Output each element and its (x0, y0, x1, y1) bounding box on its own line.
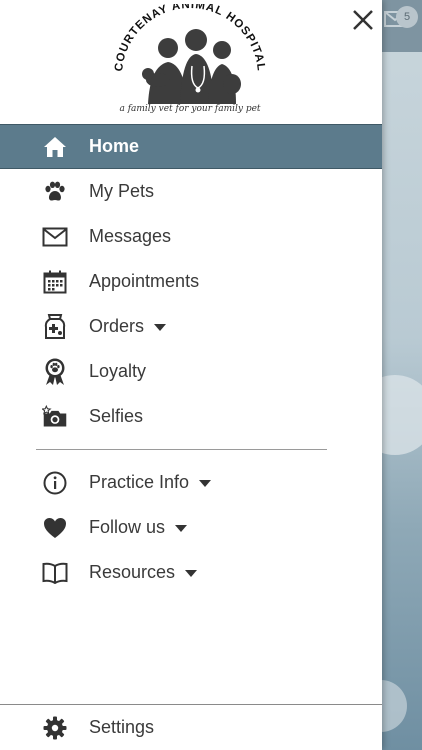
menu-item-my-pets[interactable]: My Pets (0, 169, 382, 214)
envelope-icon (42, 224, 68, 250)
menu-item-messages[interactable]: Messages (0, 214, 382, 259)
close-icon[interactable] (349, 6, 377, 34)
menu-divider (36, 449, 327, 450)
menu-item-label: Follow us (89, 517, 188, 538)
gear-icon (42, 715, 68, 741)
pet-food-bag-icon (42, 313, 68, 340)
loyalty-ribbon-icon (42, 358, 68, 385)
heart-icon (42, 515, 68, 541)
book-icon (42, 560, 68, 586)
calendar-icon (42, 269, 68, 295)
navigation-drawer: COURTENAY ANIMAL HOSPITAL a family vet f… (0, 0, 382, 750)
menu-item-label: Resources (89, 562, 198, 583)
home-icon (42, 134, 68, 160)
menu-item-label: Appointments (89, 271, 200, 291)
menu-item-label: Practice Info (89, 472, 212, 493)
menu-item-orders[interactable]: Orders (0, 304, 382, 349)
chevron-down-icon (175, 524, 188, 532)
menu-item-home[interactable]: Home (0, 124, 382, 169)
camera-icon (42, 404, 68, 430)
primary-menu: Home My Pets Messages Appointments Order… (0, 124, 382, 439)
menu-item-follow-us[interactable]: Follow us (0, 505, 382, 550)
menu-item-settings[interactable]: Settings (0, 705, 382, 750)
menu-item-label: My Pets (89, 181, 155, 201)
menu-item-loyalty[interactable]: Loyalty (0, 349, 382, 394)
menu-item-selfies[interactable]: Selfies (0, 394, 382, 439)
chevron-down-icon (154, 323, 167, 331)
menu-item-resources[interactable]: Resources (0, 550, 382, 595)
menu-item-appointments[interactable]: Appointments (0, 259, 382, 304)
logo-tagline: a family vet for your family pet (119, 104, 261, 114)
menu-item-label: Home (89, 136, 140, 156)
menu-item-label: Settings (89, 717, 155, 737)
menu-item-label: Messages (89, 226, 172, 246)
menu-item-label: Loyalty (89, 361, 147, 381)
chevron-down-icon (185, 569, 198, 577)
menu-item-label: Selfies (89, 406, 144, 426)
mail-badge: 5 (396, 6, 418, 28)
paw-icon (42, 179, 68, 205)
info-icon (42, 470, 68, 496)
chevron-down-icon (199, 479, 212, 487)
secondary-menu: Practice Info Follow us Resources (0, 460, 382, 595)
menu-item-practice-info[interactable]: Practice Info (0, 460, 382, 505)
menu-item-label: Orders (89, 316, 167, 337)
